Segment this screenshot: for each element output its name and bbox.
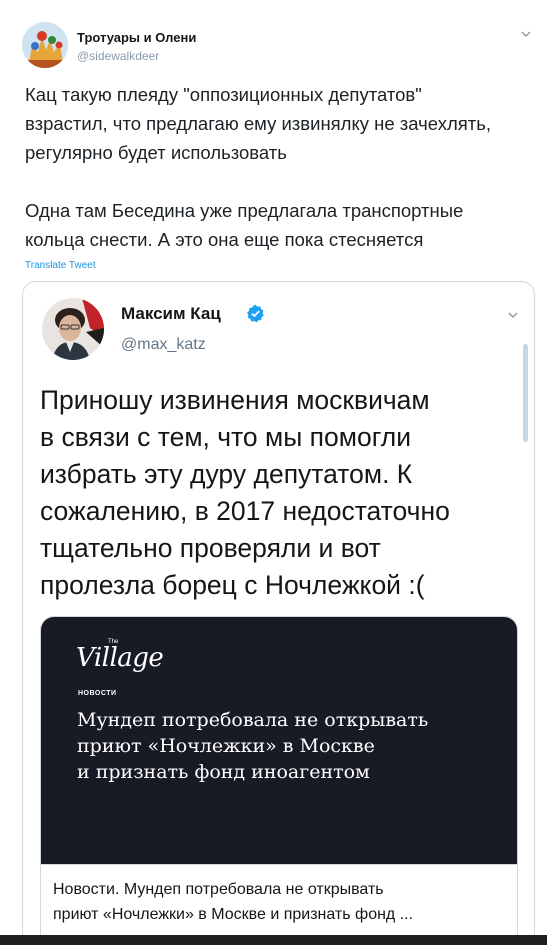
author-handle[interactable]: @sidewalkdeer — [77, 49, 159, 63]
quoted-tweet-text: Приношу извинения москвичам в связи с те… — [40, 382, 510, 604]
card-title-line: приют «Ночлежки» в Москве и признать фон… — [53, 906, 414, 923]
site-logo-superscript: The — [108, 639, 119, 645]
chevron-down-icon[interactable] — [519, 27, 533, 41]
tweet-text-line: Одна там Беседина уже предлагала транспо… — [25, 200, 464, 221]
quoted-author-avatar[interactable] — [42, 298, 104, 360]
link-preview-card[interactable]: Village The НОВОСТИ Мундеп потребовала н… — [40, 616, 518, 944]
quoted-text-line: пролезла борец с Ночлежкой :( — [40, 570, 425, 600]
link-preview-footer[interactable]: Новости. Мундеп потребовала не открывать… — [41, 864, 517, 944]
link-preview-image[interactable]: Village The НОВОСТИ Мундеп потребовала н… — [41, 617, 517, 864]
translate-tweet-link[interactable]: Translate Tweet — [25, 260, 96, 271]
quoted-author-handle[interactable]: @max_katz — [121, 336, 206, 354]
tweet-text-line: взрастил, что предлагаю ему извинялку не… — [25, 113, 492, 134]
author-name[interactable]: Тротуары и Олени — [77, 30, 196, 45]
quoted-text-line: сожалению, в 2017 недостаточно — [40, 496, 450, 526]
card-title-line: Новости. Мундеп потребовала не открывать — [53, 881, 384, 898]
site-logo: Village — [76, 643, 164, 673]
quoted-tweet[interactable]: Максим Кац @max_katz Приношу извинения м… — [22, 281, 535, 945]
link-preview-title[interactable]: Новости. Мундеп потребовала не открывать… — [53, 877, 515, 927]
headline-line: и признать фонд иноагентом — [77, 761, 370, 783]
verified-badge-icon — [246, 304, 265, 323]
tweet-text-line: Кац такую плеяду "оппозиционных депутато… — [25, 84, 422, 105]
chevron-down-icon[interactable] — [506, 308, 520, 322]
image-headline: Мундеп потребовала не открывать приют «Н… — [77, 707, 517, 785]
headline-line: Мундеп потребовала не открывать — [77, 709, 429, 731]
scrollbar-thumb[interactable] — [523, 344, 528, 442]
quoted-text-line: Приношу извинения москвичам — [40, 385, 430, 415]
headline-line: приют «Ночлежки» в Москве — [77, 735, 375, 757]
tweet-text-line: кольца снести. А это она еще пока стесня… — [25, 229, 424, 250]
section-label: НОВОСТИ — [78, 690, 117, 697]
bottom-bar — [0, 935, 547, 945]
quoted-text-line: тщательно проверяли и вот — [40, 533, 381, 563]
quoted-text-line: в связи с тем, что мы помогли — [40, 422, 412, 452]
author-avatar[interactable] — [22, 22, 68, 68]
tweet-text: Кац такую плеяду "оппозиционных депутато… — [25, 80, 535, 254]
quoted-text-line: избрать эту дуру депутатом. К — [40, 459, 413, 489]
tweet-header: Тротуары и Олени @sidewalkdeer — [22, 22, 533, 70]
tweet-text-line: регулярно будет использовать — [25, 142, 287, 163]
quoted-author-name[interactable]: Максим Кац — [121, 304, 221, 324]
tweet-container: Тротуары и Олени @sidewalkdeer Кац такую… — [0, 0, 547, 945]
